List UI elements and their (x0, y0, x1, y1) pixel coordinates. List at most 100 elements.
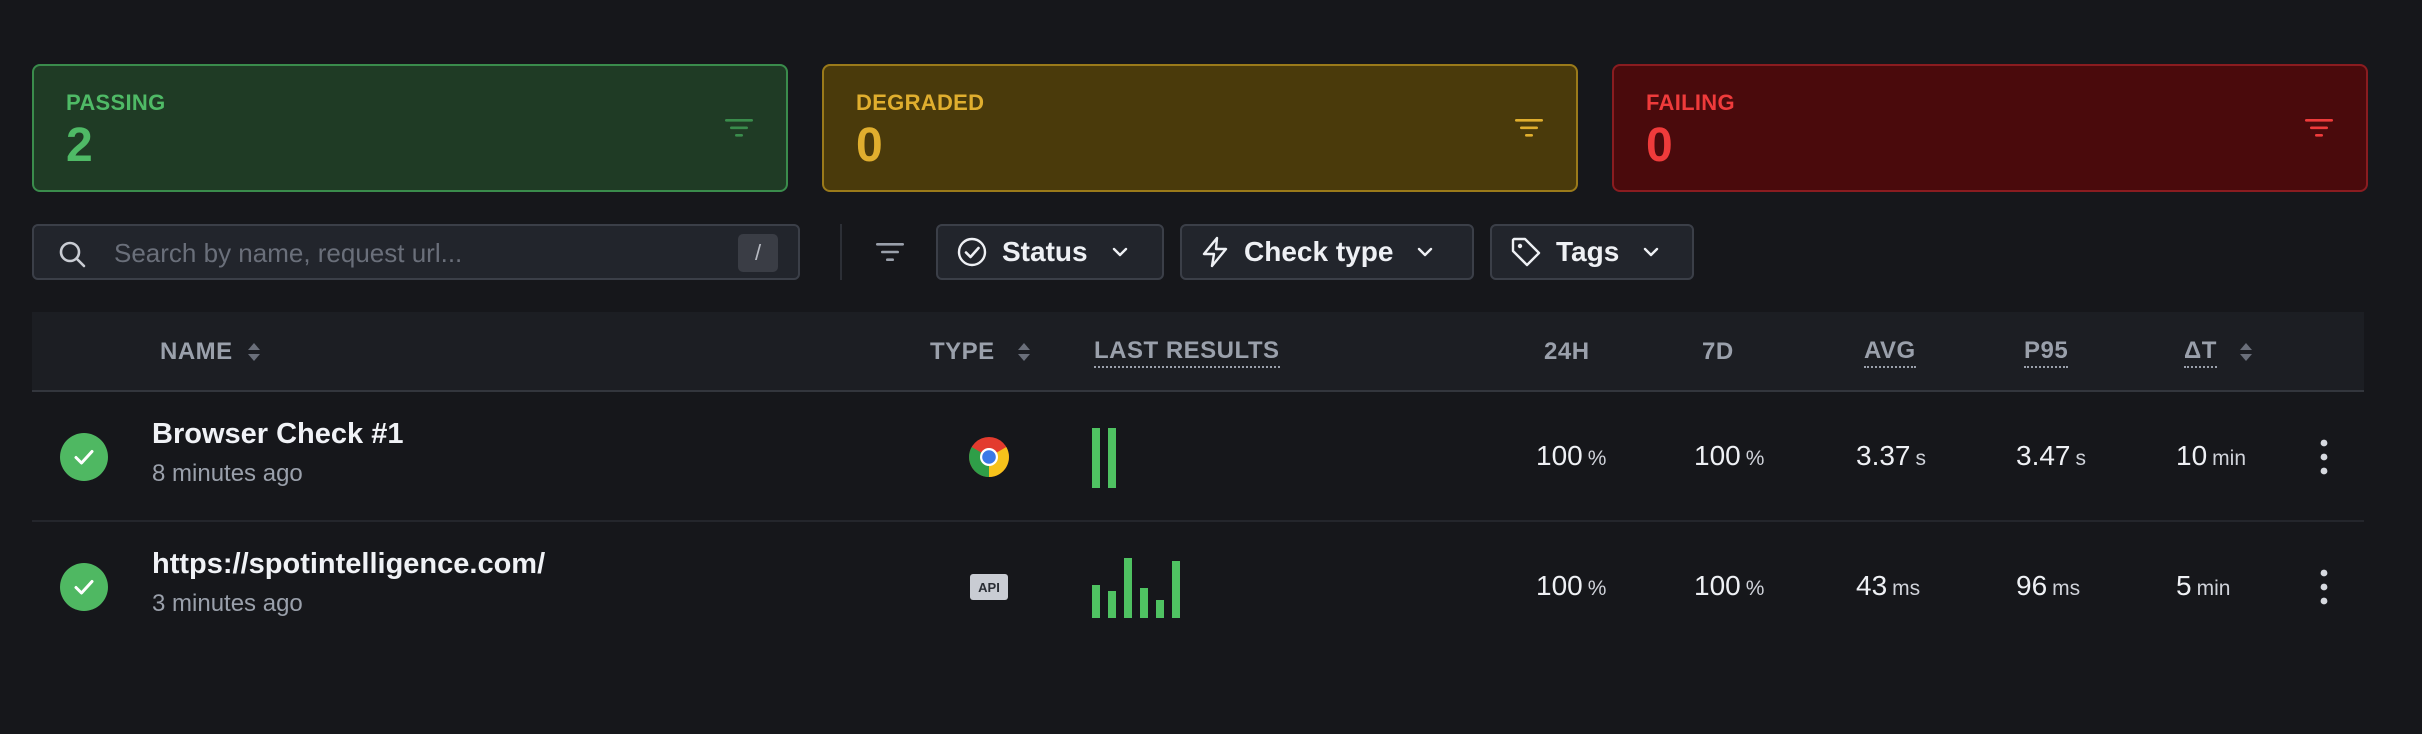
toolbar-divider (840, 224, 842, 280)
degraded-label: DEGRADED (856, 90, 985, 115)
filter-icon[interactable] (724, 116, 754, 140)
uptime-24h: 100% (1536, 570, 1606, 602)
filter-icon[interactable] (2304, 116, 2334, 140)
result-bar[interactable] (1124, 558, 1132, 618)
unit: s (1915, 447, 1927, 470)
unit: % (1745, 577, 1765, 600)
avg-value: 43 (1856, 570, 1888, 601)
result-bar[interactable] (1092, 428, 1100, 488)
result-bar[interactable] (1108, 428, 1116, 488)
failing-count: 0 (1646, 119, 1673, 172)
checks-table: NAME TYPE LAST RESULTS 24H 7D AVG P95 ΔT (32, 312, 2364, 652)
sort-icon (1017, 343, 1030, 361)
unit: % (1587, 447, 1607, 470)
check-type-dropdown-label: Check type (1244, 236, 1394, 267)
search-shortcut-key: / (738, 234, 778, 272)
check-type-dropdown[interactable]: Check type (1180, 224, 1474, 280)
column-header-label: TYPE (930, 338, 995, 365)
result-bar[interactable] (1172, 561, 1180, 618)
unit: % (1745, 447, 1765, 470)
unit: s (2075, 447, 2087, 470)
status-dropdown[interactable]: Status (936, 224, 1164, 280)
failing-card[interactable]: FAILING 0 (1612, 64, 2368, 192)
search-icon (59, 241, 86, 268)
uptime-7d: 100% (1694, 440, 1764, 472)
last-run-time: 8 minutes ago (152, 460, 303, 487)
p95-value: 96 (2016, 570, 2048, 601)
result-bar[interactable] (1108, 591, 1116, 618)
unit: ms (1892, 577, 1921, 600)
unit: min (2196, 577, 2231, 600)
failing-label: FAILING (1646, 90, 1735, 115)
result-bar[interactable] (1156, 600, 1164, 618)
column-header-delta-t[interactable]: ΔT (2184, 336, 2253, 368)
interval-value: 5 (2176, 570, 2192, 601)
result-bar[interactable] (1140, 588, 1148, 618)
search-box[interactable]: / (32, 224, 800, 280)
degraded-count: 0 (856, 119, 883, 172)
interval-value: 10 (2176, 440, 2208, 471)
table-row[interactable]: https://spotintelligence.com/ 3 minutes … (32, 522, 2364, 652)
column-header-label: LAST RESULTS (1094, 337, 1280, 368)
uptime-7d-value: 100 (1694, 570, 1741, 601)
uptime-24h: 100% (1536, 440, 1606, 472)
column-header-type[interactable]: TYPE (930, 336, 1031, 368)
column-header-avg: AVG (1864, 336, 1916, 368)
check-name[interactable]: https://spotintelligence.com/ (152, 548, 545, 581)
check-interval: 10 min (2176, 440, 2246, 472)
tags-dropdown-label: Tags (1556, 236, 1620, 267)
column-header-last-results: LAST RESULTS (1094, 336, 1280, 368)
unit: ms (2052, 577, 2081, 600)
p95-response: 96 ms (2016, 570, 2080, 602)
column-header-name[interactable]: NAME (160, 336, 261, 368)
api-icon: API (970, 574, 1008, 600)
degraded-card[interactable]: DEGRADED 0 (822, 64, 1578, 192)
chevron-down-icon (1418, 247, 1433, 257)
passing-status-icon (60, 563, 108, 611)
more-options-icon[interactable] (2318, 567, 2330, 607)
passing-card[interactable]: PASSING 2 (32, 64, 788, 192)
last-results-chart (1092, 558, 1180, 618)
result-bar[interactable] (1092, 585, 1100, 618)
api-icon-text: API (978, 580, 1000, 595)
uptime-24h-value: 100 (1536, 570, 1583, 601)
check-circle-icon (957, 237, 987, 267)
column-header-24h: 24H (1544, 336, 1590, 368)
passing-status-icon (60, 433, 108, 481)
filter-icon[interactable] (1514, 116, 1544, 140)
chevron-down-icon (1112, 247, 1127, 257)
check-name[interactable]: Browser Check #1 (152, 418, 403, 451)
avg-value: 3.37 (1856, 440, 1911, 471)
filter-toolbar: / Status Check type Tags (32, 224, 2032, 280)
summary-cards: PASSING 2 DEGRADED 0 FAILING 0 (32, 64, 2368, 192)
sort-icon (247, 343, 260, 361)
chrome-icon (969, 437, 1009, 477)
p95-value: 3.47 (2016, 440, 2071, 471)
passing-count: 2 (66, 119, 93, 172)
unit: % (1587, 577, 1607, 600)
uptime-7d: 100% (1694, 570, 1764, 602)
sort-icon (2239, 343, 2252, 361)
check-icon (74, 450, 94, 465)
table-header: NAME TYPE LAST RESULTS 24H 7D AVG P95 ΔT (32, 312, 2364, 392)
status-dropdown-label: Status (1002, 236, 1088, 267)
lightning-icon (1202, 236, 1228, 268)
chevron-down-icon (1644, 247, 1659, 257)
column-header-label: AVG (1864, 337, 1916, 368)
tag-icon (1511, 237, 1541, 267)
search-input[interactable] (114, 236, 714, 270)
column-header-label: P95 (2024, 337, 2069, 368)
tags-dropdown[interactable]: Tags (1490, 224, 1694, 280)
column-header-p95: P95 (2024, 336, 2069, 368)
more-options-icon[interactable] (2318, 437, 2330, 477)
last-results-chart (1092, 428, 1116, 488)
p95-response: 3.47 s (2016, 440, 2086, 472)
passing-label: PASSING (66, 90, 166, 115)
column-header-label: ΔT (2184, 337, 2217, 368)
filter-icon[interactable] (874, 238, 906, 266)
table-row[interactable]: Browser Check #1 8 minutes ago 100% 100%… (32, 392, 2364, 522)
avg-response: 3.37 s (1856, 440, 1926, 472)
column-header-label: 7D (1702, 338, 1734, 365)
unit: min (2212, 447, 2246, 470)
uptime-24h-value: 100 (1536, 440, 1583, 471)
